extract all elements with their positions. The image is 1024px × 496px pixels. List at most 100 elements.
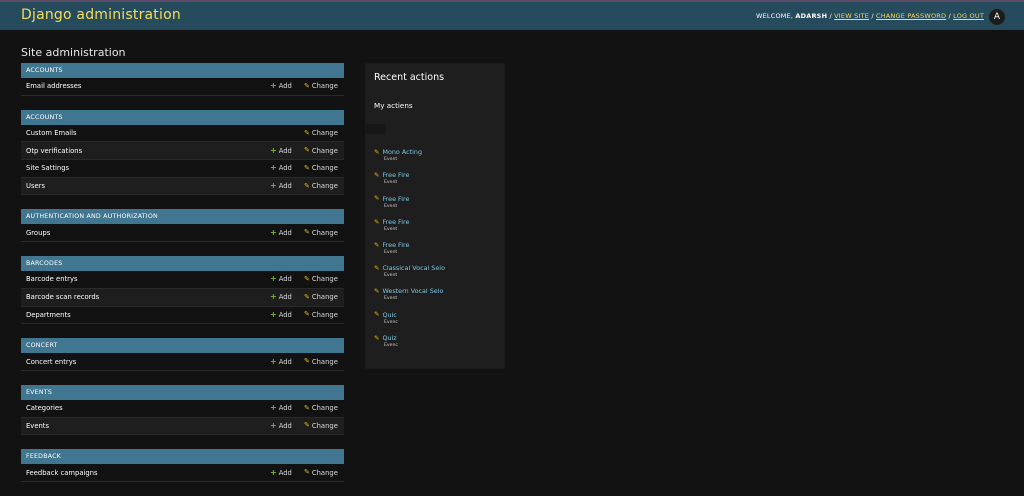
change-link[interactable]: ✎ Change: [304, 147, 338, 155]
model-link[interactable]: Barcode scan records: [26, 293, 270, 301]
plus-icon: +: [270, 356, 277, 366]
log-out-link[interactable]: LOG OUT: [953, 12, 984, 20]
model-link[interactable]: Email addresses: [26, 82, 270, 90]
model-link[interactable]: Otp verifications: [26, 147, 270, 155]
recent-action-link[interactable]: ✎ Free Fire: [374, 195, 409, 203]
recent-action-link[interactable]: ✎ Classical Vocal Selo: [374, 264, 445, 272]
pencil-icon: ✎: [374, 194, 380, 203]
add-link[interactable]: + Add: [270, 420, 304, 430]
pencil-icon: ✎: [304, 81, 310, 90]
change-link[interactable]: ✎ Change: [304, 357, 338, 366]
change-link[interactable]: ✎ Change: [304, 468, 338, 477]
add-link[interactable]: + Add: [270, 293, 304, 302]
add-link[interactable]: + Add: [270, 145, 304, 155]
model-link[interactable]: Site Sattings: [26, 164, 270, 172]
module-caption[interactable]: BARCODES: [21, 256, 344, 272]
add-link[interactable]: + Add: [270, 309, 304, 319]
change-link[interactable]: ✎ Change: [304, 163, 338, 172]
change-link[interactable]: ✎ Change: [304, 274, 338, 283]
add-label: Add: [278, 421, 292, 430]
recent-action-link[interactable]: ✎ Free Fire: [374, 171, 409, 179]
recent-action-link[interactable]: ✎ Free Fire: [374, 241, 409, 249]
recent-action-link[interactable]: ✎ Western Vocal Selo: [374, 287, 443, 295]
module-caption[interactable]: EVENTS: [21, 384, 344, 400]
change-link[interactable]: ✎ Change: [304, 129, 338, 137]
change-label: Change: [311, 468, 338, 477]
plus-icon: +: [270, 227, 277, 237]
module-caption[interactable]: FEEDBACK: [21, 449, 344, 465]
pencil-icon: ✎: [374, 263, 380, 272]
add-link[interactable]: + Add: [270, 182, 304, 191]
plus-icon: +: [270, 163, 277, 173]
module-caption[interactable]: AUTHENTICATION AND AUTHORIZATION: [21, 209, 344, 225]
app-module: FEEDBACK Feedback campaigns + Add ✎ Change: [21, 449, 344, 482]
recent-action-item: ✎ Quic Evenc: [374, 310, 496, 333]
change-link[interactable]: ✎ Change: [304, 81, 338, 90]
change-label: Change: [311, 357, 338, 366]
model-row: Barcode entrys + Add ✎ Change: [21, 271, 344, 289]
recent-action-type: Event: [384, 226, 398, 232]
model-row: Categories + Add ✎ Change: [21, 400, 344, 418]
recent-action-type: Event: [384, 250, 398, 255]
model-row: Users + Add ✎ Change: [21, 177, 344, 196]
model-link[interactable]: Events: [26, 422, 270, 430]
model-link[interactable]: Categories: [26, 404, 270, 412]
model-link[interactable]: Concert entrys: [26, 358, 270, 366]
model-link[interactable]: Feedback campaigns: [26, 469, 270, 477]
change-password-link[interactable]: CHANGE PASSWORD: [876, 12, 946, 20]
recent-action-link[interactable]: ✎ Quic: [374, 311, 397, 319]
change-link[interactable]: ✎ Change: [304, 182, 338, 190]
change-link[interactable]: ✎ Change: [304, 228, 338, 237]
module-caption[interactable]: ACCOUNTS: [21, 63, 344, 78]
pencil-icon: ✎: [374, 310, 380, 319]
model-row: Otp verifications + Add ✎ Change: [21, 142, 344, 161]
add-link[interactable]: + Add: [270, 356, 304, 366]
page-title: Site administration: [21, 46, 126, 60]
recent-action-label: Mono Acting: [382, 148, 423, 157]
model-row: Custom Emails ✎ Change: [21, 125, 344, 143]
model-link[interactable]: Custom Emails: [26, 129, 270, 137]
add-link[interactable]: + Add: [270, 82, 304, 91]
model-link[interactable]: Barcode entrys: [26, 275, 270, 283]
recent-action-label: Free Fire: [382, 241, 410, 249]
recent-action-link[interactable]: ✎ Mono Acting: [374, 148, 422, 156]
model-row: Feedback campaigns + Add ✎ Change: [21, 464, 344, 482]
add-label: Add: [278, 468, 292, 477]
change-link[interactable]: ✎ Change: [304, 293, 338, 301]
plus-icon: +: [270, 467, 277, 477]
change-link[interactable]: ✎ Change: [304, 311, 338, 319]
plus-icon: +: [270, 145, 277, 155]
model-link[interactable]: Departments: [26, 311, 270, 319]
header: Django administration WELCOME, ADARSH / …: [0, 0, 1024, 30]
add-link[interactable]: + Add: [270, 227, 304, 237]
view-site-link[interactable]: VIEW SITE: [834, 12, 869, 20]
pencil-icon: ✎: [304, 163, 310, 172]
recent-action-item: ✎ Quiz Evenc: [374, 334, 496, 357]
plus-icon: +: [270, 420, 277, 430]
recent-action-label: Free Fire: [382, 171, 410, 180]
recent-actions-panel: Recent actions My actiens ✎ Mono Acting Ev…: [365, 63, 505, 369]
model-link[interactable]: Users: [26, 182, 270, 190]
site-brand[interactable]: Django administration: [21, 7, 181, 23]
add-link[interactable]: + Add: [270, 467, 304, 477]
pencil-icon: ✎: [304, 228, 310, 237]
change-link[interactable]: ✎ Change: [304, 404, 338, 413]
change-link[interactable]: ✎ Change: [304, 422, 338, 430]
avatar[interactable]: A: [989, 9, 1005, 25]
change-label: Change: [311, 228, 338, 237]
app-list: ACCOUNTS Email addresses + Add ✎ Change ACCOUN…: [21, 63, 344, 496]
change-label: Change: [311, 404, 338, 413]
username: ADARSH: [795, 12, 828, 20]
plus-icon: +: [270, 309, 277, 319]
module-caption[interactable]: ACCOUNTS: [21, 109, 344, 125]
recent-action-item: ✎ Free Fire Event: [374, 241, 496, 264]
recent-action-link[interactable]: ✎ Quiz: [374, 334, 397, 342]
recent-action-link[interactable]: ✎ Free Fire: [374, 218, 409, 226]
add-link[interactable]: + Add: [270, 163, 304, 173]
add-link[interactable]: + Add: [270, 275, 304, 284]
module-caption[interactable]: CONCERT: [21, 338, 344, 354]
pencil-icon: ✎: [304, 274, 310, 283]
add-link[interactable]: + Add: [270, 404, 304, 413]
model-link[interactable]: Groups: [26, 229, 270, 237]
pencil-icon: ✎: [374, 217, 380, 226]
